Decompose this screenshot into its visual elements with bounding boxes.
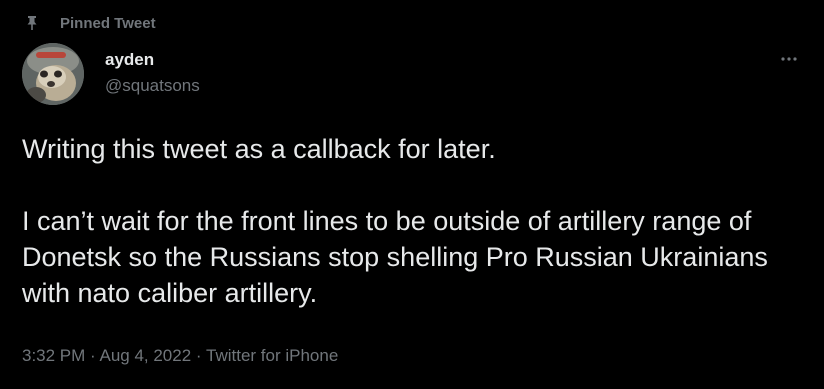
tweet-date[interactable]: Aug 4, 2022 — [99, 346, 191, 365]
tweet-time[interactable]: 3:32 PM — [22, 346, 85, 365]
tweet-paragraph: I can’t wait for the front lines to be o… — [22, 206, 768, 308]
pinned-label: Pinned Tweet — [60, 15, 156, 32]
more-horizontal-icon — [780, 49, 798, 67]
tweet-line: Writing this tweet as a callback for lat… — [22, 134, 496, 164]
separator-dot: · — [85, 346, 100, 365]
avatar[interactable] — [22, 43, 84, 105]
pin-icon — [24, 15, 40, 31]
user-handle[interactable]: @squatsons — [105, 76, 200, 96]
separator-dot: · — [191, 346, 206, 365]
tweet-metadata: 3:32 PM · Aug 4, 2022 · Twitter for iPho… — [22, 346, 338, 366]
more-options-button[interactable] — [776, 48, 802, 68]
display-name[interactable]: ayden — [105, 50, 154, 70]
pinned-indicator: Pinned Tweet — [24, 12, 156, 34]
tweet-card[interactable]: Pinned Tweet ayden @squatsons Writing th… — [0, 0, 824, 389]
tweet-text: Writing this tweet as a callback for lat… — [22, 131, 812, 311]
tweet-source[interactable]: Twitter for iPhone — [206, 346, 338, 365]
